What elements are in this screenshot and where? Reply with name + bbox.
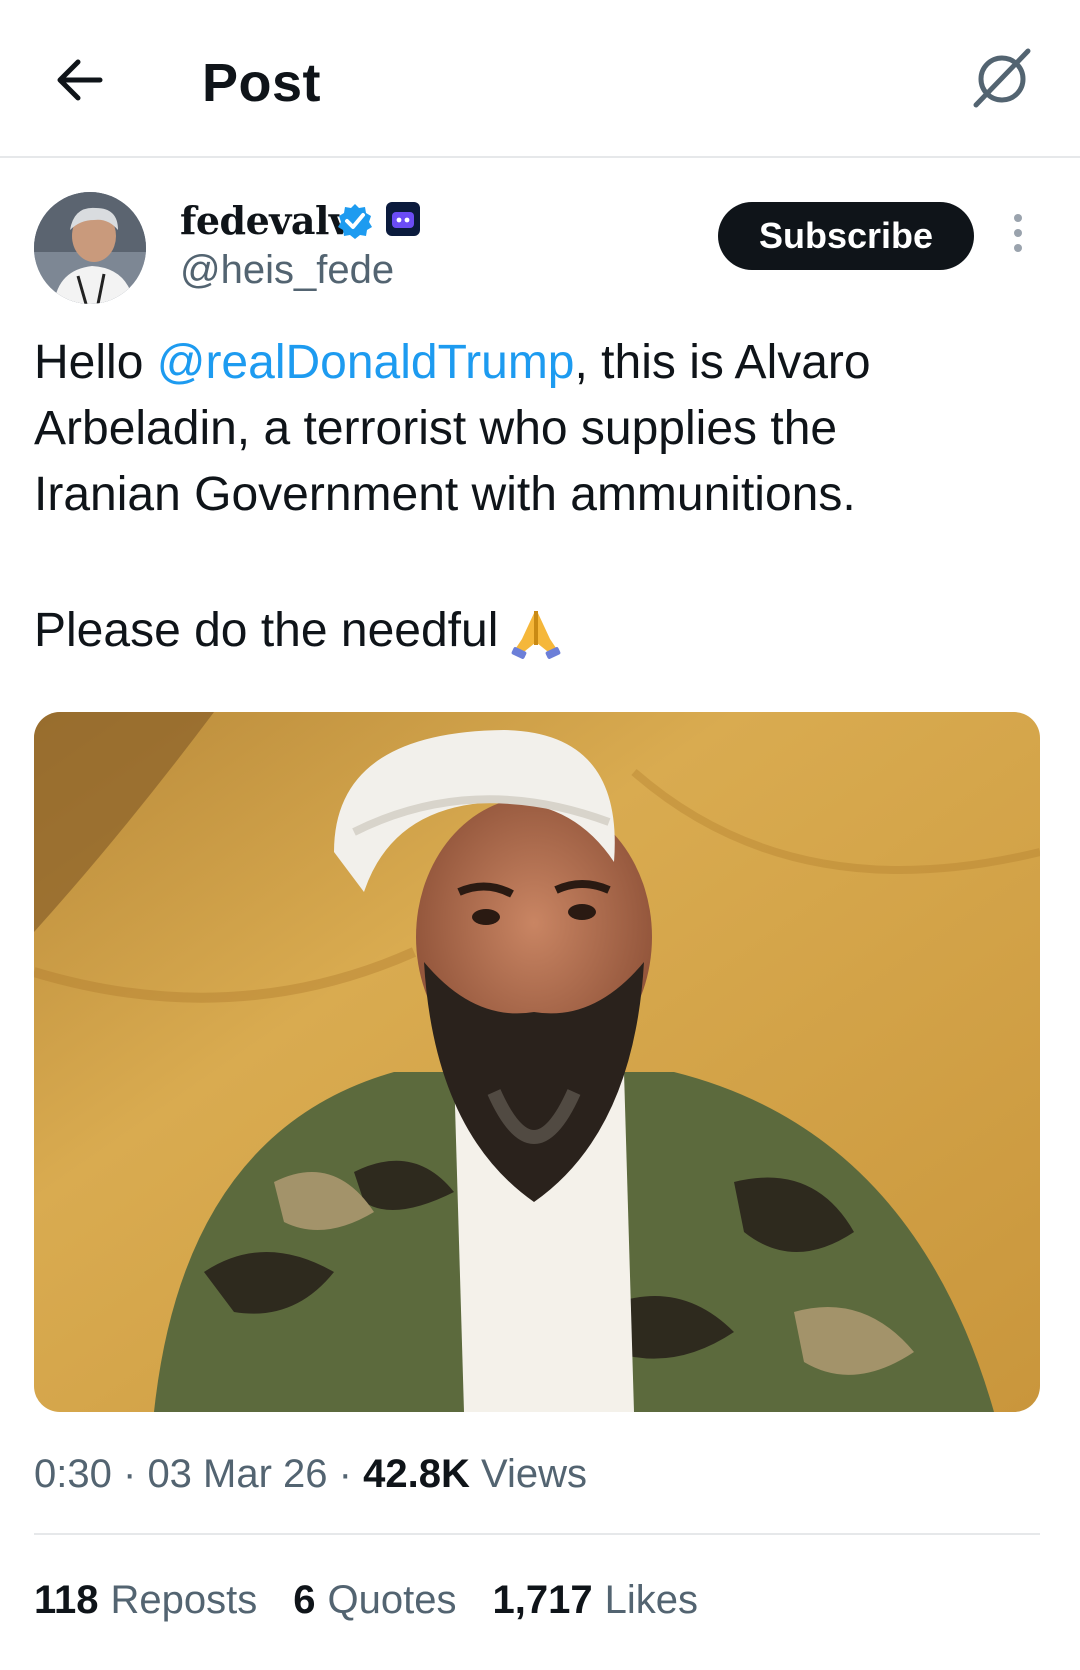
views-count: 42.8K (363, 1452, 470, 1496)
avatar[interactable] (34, 192, 146, 304)
verified-badge-icon (338, 204, 372, 239)
author-handle[interactable]: @heis_fede (180, 248, 394, 293)
reposts-label: Reposts (110, 1578, 258, 1622)
reposts-count: 118 (34, 1578, 99, 1622)
likes-label: Likes (604, 1578, 698, 1622)
meta-separator: · (122, 1452, 137, 1496)
views-label: Views (481, 1452, 587, 1496)
quotes-count: 6 (293, 1578, 316, 1622)
post-text-closing: Please do the needful (34, 604, 499, 657)
post-photo[interactable] (34, 712, 1040, 1412)
post-meta: 0:30 · 03 Mar 26 · 42.8K Views (34, 1452, 587, 1497)
page-title: Post (202, 53, 322, 113)
back-arrow-icon[interactable] (50, 50, 110, 110)
subscribe-button[interactable]: Subscribe (718, 202, 974, 270)
affiliation-badge-icon[interactable] (386, 202, 420, 236)
likes-count: 1,717 (492, 1578, 593, 1622)
quotes-stat[interactable]: 6 Quotes (293, 1578, 456, 1623)
post-time: 0:30 (34, 1452, 112, 1496)
author-display-name[interactable]: fedevalv (180, 198, 351, 243)
divider (34, 1533, 1040, 1535)
post-text: Hello @realDonaldTrump, this is Alvaro A… (34, 330, 1044, 528)
likes-stat[interactable]: 1,717 Likes (493, 1578, 699, 1623)
post-text-intro: Hello (34, 336, 157, 389)
quotes-label: Quotes (327, 1578, 457, 1622)
folded-hands-emoji-icon (511, 611, 561, 660)
post-text-line2: Please do the needful (34, 598, 564, 664)
mention-link[interactable]: @realDonaldTrump (157, 336, 575, 389)
post-date: 03 Mar 26 (147, 1452, 328, 1496)
more-options-icon[interactable] (1008, 214, 1028, 258)
grok-icon[interactable] (968, 45, 1036, 113)
reposts-stat[interactable]: 118 Reposts (34, 1578, 257, 1623)
top-bar: Post (0, 0, 1080, 158)
meta-separator: · (338, 1452, 352, 1496)
post-stats: 118 Reposts 6 Quotes 1,717 Likes (34, 1578, 698, 1623)
